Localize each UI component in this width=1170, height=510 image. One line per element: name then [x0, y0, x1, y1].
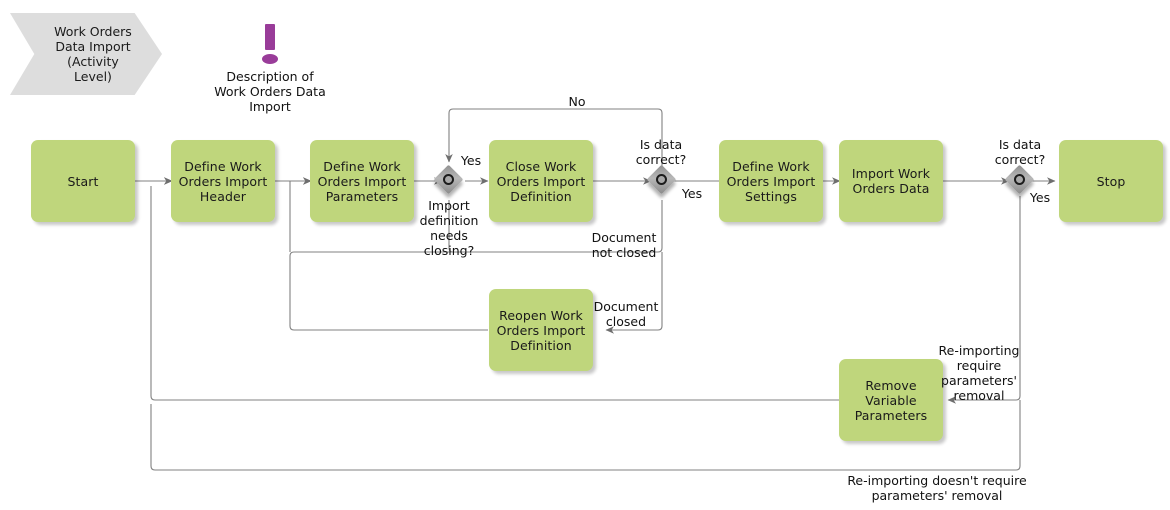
- node-import-data-label: Import Work Orders Data: [851, 166, 931, 196]
- node-define-header-label: Define Work Orders Import Header: [178, 158, 268, 204]
- exclamation-marker-icon: [258, 24, 282, 66]
- node-close-work-orders-import-definition[interactable]: Close Work Orders Import Definition: [489, 140, 593, 222]
- note-label: Description of Work Orders Data Import: [214, 69, 326, 114]
- node-start[interactable]: Start: [31, 140, 135, 222]
- node-remove-params-label: Remove Variable Parameters: [854, 377, 928, 423]
- pool-header-label: Work Orders Data Import (Activity Level): [54, 24, 132, 84]
- flowchart-canvas: Work Orders Data Import (Activity Level)…: [0, 0, 1170, 510]
- node-define-settings-label: Define Work Orders Import Settings: [726, 158, 816, 204]
- edge-label-yes-correct1: Yes: [681, 186, 703, 201]
- edge-label-reimporting-not-require-removal: Re-importing doesn't require parameters'…: [847, 473, 1027, 503]
- gateway-import-definition-needs-closing[interactable]: [433, 164, 465, 196]
- node-stop-label: Stop: [1096, 173, 1126, 189]
- node-close-definition-label: Close Work Orders Import Definition: [496, 158, 586, 204]
- exclamation-dot: [262, 54, 278, 64]
- node-stop[interactable]: Stop: [1059, 140, 1163, 222]
- node-define-params-label: Define Work Orders Import Parameters: [317, 158, 407, 204]
- node-start-label: Start: [67, 173, 99, 189]
- exclamation-bar: [265, 24, 275, 50]
- node-define-work-orders-import-settings[interactable]: Define Work Orders Import Settings: [719, 140, 823, 222]
- gateway-ring-icon: [1014, 174, 1025, 185]
- edge-label-document-not-closed: Document not closed: [591, 230, 657, 260]
- node-define-work-orders-import-parameters[interactable]: Define Work Orders Import Parameters: [310, 140, 414, 222]
- edge-label-no: No: [568, 94, 586, 109]
- node-remove-variable-parameters[interactable]: Remove Variable Parameters: [839, 359, 943, 441]
- edge-label-reimporting-require-removal: Re-importing require parameters' removal: [938, 343, 1020, 403]
- node-reopen-work-orders-import-definition[interactable]: Reopen Work Orders Import Definition: [489, 289, 593, 371]
- edge-label-document-closed: Document closed: [593, 299, 659, 329]
- gateway-correct2-question: Is data correct?: [994, 137, 1046, 167]
- gateway-ring-icon: [656, 174, 667, 185]
- edge-label-yes-closing: Yes: [460, 153, 482, 168]
- gateway-closing-question: Import definition needs closing?: [419, 198, 479, 258]
- node-define-work-orders-import-header[interactable]: Define Work Orders Import Header: [171, 140, 275, 222]
- node-reopen-definition-label: Reopen Work Orders Import Definition: [496, 307, 586, 353]
- gateway-correct1-question: Is data correct?: [635, 137, 687, 167]
- node-import-work-orders-data[interactable]: Import Work Orders Data: [839, 140, 943, 222]
- gateway-ring-icon: [443, 174, 454, 185]
- edge-label-yes-correct2: Yes: [1029, 190, 1051, 205]
- pool-header-work-orders-data-import: Work Orders Data Import (Activity Level): [10, 13, 162, 95]
